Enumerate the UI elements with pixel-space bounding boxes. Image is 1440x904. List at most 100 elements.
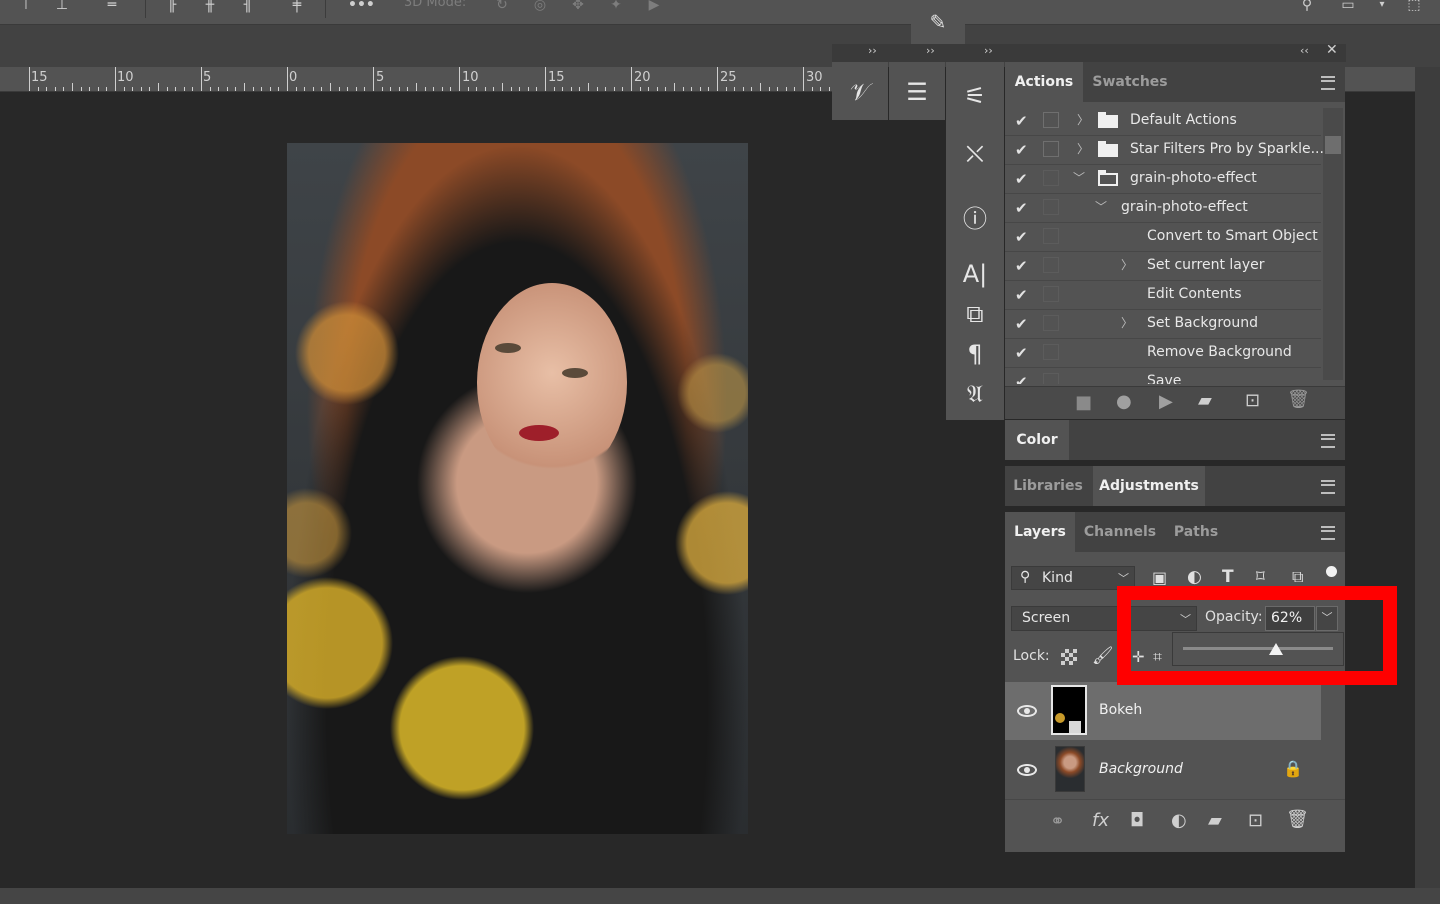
panel-menu-icon[interactable]	[1321, 76, 1335, 90]
smart-object-filter-icon[interactable]: ⧉	[1292, 567, 1303, 587]
panel-menu-icon[interactable]	[1321, 480, 1335, 494]
actions-scrollbar[interactable]	[1323, 108, 1343, 380]
paragraph-icon[interactable]: ¶	[947, 332, 1003, 376]
info-icon[interactable]: ⓘ	[947, 194, 1003, 238]
check-icon[interactable]: ✔	[1015, 315, 1033, 333]
check-icon[interactable]: ✔	[1015, 141, 1033, 159]
dialog-toggle-icon[interactable]	[1043, 257, 1059, 273]
layer-name[interactable]: Background	[1099, 761, 1183, 777]
chevron-down-icon[interactable]: ﹀	[1073, 169, 1085, 186]
collapse-icon[interactable]: ››	[926, 44, 935, 57]
collapse-icon[interactable]: ››	[868, 44, 877, 57]
tab-channels[interactable]: Channels	[1077, 512, 1163, 552]
action-row[interactable]: ✔ Edit Contents	[1005, 281, 1321, 310]
record-icon[interactable]: ●	[1116, 391, 1132, 412]
properties-icon[interactable]: ⚟	[947, 74, 1003, 118]
tab-layers[interactable]: Layers	[1005, 512, 1075, 552]
new-layer-icon[interactable]: ⊡	[1248, 810, 1263, 831]
layer-row[interactable]: Background 🔒	[1005, 741, 1321, 799]
expand-icon[interactable]: ‹‹	[1300, 44, 1309, 57]
horizontal-ruler-right[interactable]	[1345, 67, 1415, 92]
document-image[interactable]	[287, 143, 748, 834]
edit-toolbar-icon[interactable]: ✎	[911, 0, 965, 44]
3d-icon[interactable]: ⧉	[947, 292, 1003, 336]
lock-transparent-icon[interactable]	[1061, 649, 1077, 665]
brush-presets-icon[interactable]: ☰	[889, 70, 945, 114]
tab-libraries[interactable]: Libraries	[1005, 466, 1091, 506]
layer-row[interactable]: Bokeh	[1005, 682, 1321, 740]
tab-color[interactable]: Color	[1005, 420, 1069, 460]
panel-menu-icon[interactable]	[1321, 434, 1335, 448]
dialog-toggle-icon[interactable]	[1043, 112, 1059, 128]
distribute-left-icon[interactable]: ╟	[162, 0, 182, 14]
delete-icon[interactable]: 🗑	[1287, 389, 1310, 410]
dialog-toggle-icon[interactable]	[1043, 228, 1059, 244]
visibility-eye-icon[interactable]	[1017, 764, 1037, 776]
dialog-toggle-icon[interactable]	[1043, 170, 1059, 186]
chevron-right-icon[interactable]: 〉	[1121, 314, 1133, 331]
check-icon[interactable]: ✔	[1015, 228, 1033, 246]
check-icon[interactable]: ✔	[1015, 344, 1033, 362]
action-row[interactable]: ✔ ﹀ grain-photo-effect	[1005, 165, 1321, 194]
action-row[interactable]: ✔ 〉 Default Actions	[1005, 107, 1321, 136]
add-mask-icon[interactable]: ◘	[1130, 810, 1144, 831]
new-action-icon[interactable]: ⊡	[1245, 390, 1260, 411]
pixel-filter-icon[interactable]: ▣	[1152, 568, 1167, 587]
dialog-toggle-icon[interactable]	[1043, 315, 1059, 331]
chevron-down-icon[interactable]: ▾	[1372, 0, 1392, 14]
3d-scale-icon[interactable]: ▶	[644, 0, 664, 14]
dialog-toggle-icon[interactable]	[1043, 286, 1059, 302]
action-row[interactable]: ✔ 〉 Star Filters Pro by Sparkle...	[1005, 136, 1324, 165]
character-icon[interactable]: A|	[947, 252, 1003, 296]
lock-pixels-icon[interactable]: 🖌	[1092, 646, 1114, 666]
link-layers-icon[interactable]: ⚭	[1050, 811, 1065, 832]
check-icon[interactable]: ✔	[1015, 170, 1033, 188]
vertical-scrollbar[interactable]	[1415, 67, 1440, 888]
action-row[interactable]: ✔ Convert to Smart Object	[1005, 223, 1321, 252]
chevron-right-icon[interactable]: 〉	[1077, 111, 1089, 128]
panel-menu-icon[interactable]	[1321, 526, 1335, 540]
distribute-center-icon[interactable]: ╫	[200, 0, 220, 14]
scroll-thumb[interactable]	[1325, 136, 1341, 154]
workspace-icon[interactable]: ▭	[1338, 0, 1358, 14]
adjustment-layer-icon[interactable]: ◐	[1171, 810, 1187, 831]
chevron-right-icon[interactable]: 〉	[1077, 140, 1089, 157]
glyphs-icon[interactable]: 𝔄	[947, 372, 1003, 416]
3d-slide-icon[interactable]: ✦	[606, 0, 626, 14]
check-icon[interactable]: ✔	[1015, 286, 1033, 304]
type-filter-icon[interactable]: T	[1222, 567, 1234, 587]
fx-icon[interactable]: fx	[1092, 810, 1109, 831]
horizontal-scrollbar[interactable]	[0, 888, 1440, 904]
align-bottom-icon[interactable]: ═	[102, 0, 122, 14]
shape-filter-icon[interactable]: ⌑	[1256, 567, 1265, 587]
dialog-toggle-icon[interactable]	[1043, 199, 1059, 215]
visibility-eye-icon[interactable]	[1017, 705, 1037, 717]
distribute-right-icon[interactable]: ╢	[238, 0, 258, 14]
check-icon[interactable]: ✔	[1015, 257, 1033, 275]
action-row[interactable]: ✔ Remove Background	[1005, 339, 1321, 368]
align-middle-icon[interactable]: ⊥	[52, 0, 72, 14]
chevron-down-icon[interactable]: ﹀	[1095, 198, 1107, 215]
share-icon[interactable]: ⬚	[1404, 0, 1424, 14]
distribute-spacing-icon[interactable]: ╪	[287, 0, 307, 14]
tab-adjustments[interactable]: Adjustments	[1093, 466, 1205, 506]
brush-settings-icon[interactable]: 𝒱	[832, 70, 888, 114]
new-set-folder-icon[interactable]: ▰	[1198, 390, 1212, 411]
align-top-icon[interactable]: ⊤	[16, 0, 36, 14]
3d-pan-icon[interactable]: ✥	[568, 0, 588, 14]
play-icon[interactable]: ▶	[1159, 391, 1173, 412]
dialog-toggle-icon[interactable]	[1043, 373, 1059, 384]
close-icon[interactable]: ✕	[1326, 42, 1338, 58]
check-icon[interactable]: ✔	[1015, 373, 1033, 384]
tab-actions[interactable]: Actions	[1005, 62, 1083, 102]
3d-orbit-icon[interactable]: ↻	[492, 0, 512, 14]
tab-paths[interactable]: Paths	[1165, 512, 1227, 552]
new-group-icon[interactable]: ▰	[1208, 810, 1222, 831]
adjustment-filter-icon[interactable]: ◐	[1187, 567, 1202, 587]
search-icon[interactable]: ⚲	[1297, 0, 1317, 14]
stop-icon[interactable]: ■	[1075, 392, 1092, 413]
more-options-icon[interactable]: •••	[348, 0, 375, 14]
check-icon[interactable]: ✔	[1015, 112, 1033, 130]
action-row[interactable]: ✔ 〉 Set Background	[1005, 310, 1321, 339]
dialog-toggle-icon[interactable]	[1043, 344, 1059, 360]
